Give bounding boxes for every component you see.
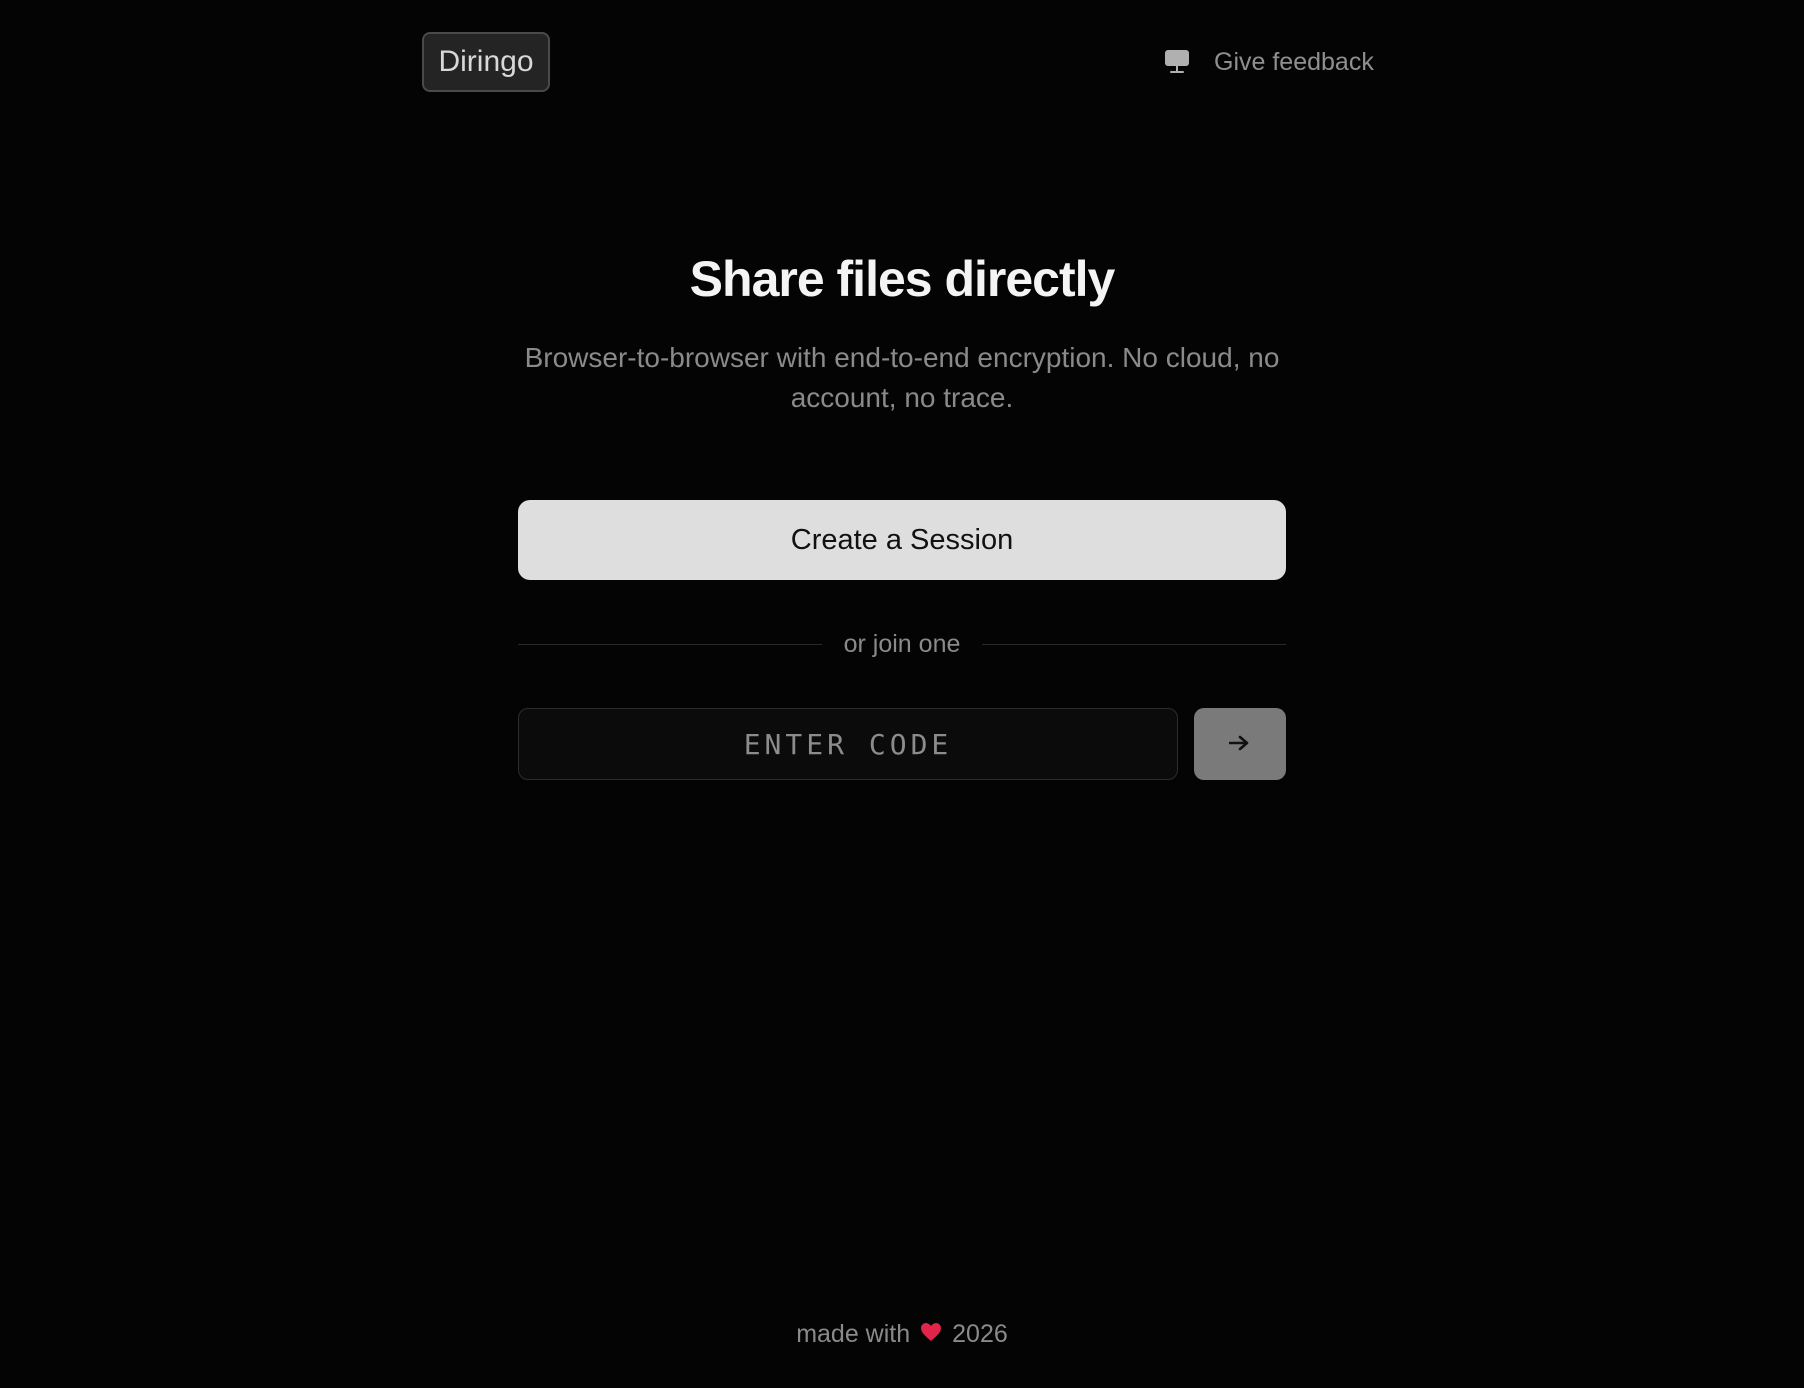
arrow-right-icon <box>1228 734 1251 755</box>
heart-icon <box>920 1320 942 1349</box>
create-session-button[interactable]: Create a Session <box>518 500 1286 580</box>
footer-made-with: made with <box>796 1320 911 1348</box>
feedback-label: Give feedback <box>1214 47 1374 76</box>
give-feedback-link[interactable]: Give feedback <box>1164 40 1374 84</box>
divider-label: or join one <box>843 629 961 658</box>
monitor-icon <box>1164 49 1190 75</box>
join-session-button[interactable] <box>1194 708 1286 780</box>
page-title: Share files directly <box>689 251 1116 307</box>
divider-line-left <box>518 643 822 645</box>
create-session-label: Create a Session <box>790 523 1014 556</box>
logo-label: Diringo <box>438 45 534 78</box>
page: Diringo Give feedback Share files direct… <box>0 0 1804 1388</box>
page-subtitle: Browser-to-browser with end-to-end encry… <box>524 342 1280 413</box>
divider-line-right <box>982 643 1286 645</box>
footer-year: 2026 <box>952 1320 1008 1348</box>
logo-button[interactable]: Diringo <box>422 32 550 92</box>
join-divider: or join one <box>518 622 1286 666</box>
footer: made with 2026 <box>0 1320 1804 1349</box>
session-code-input[interactable] <box>518 708 1178 780</box>
